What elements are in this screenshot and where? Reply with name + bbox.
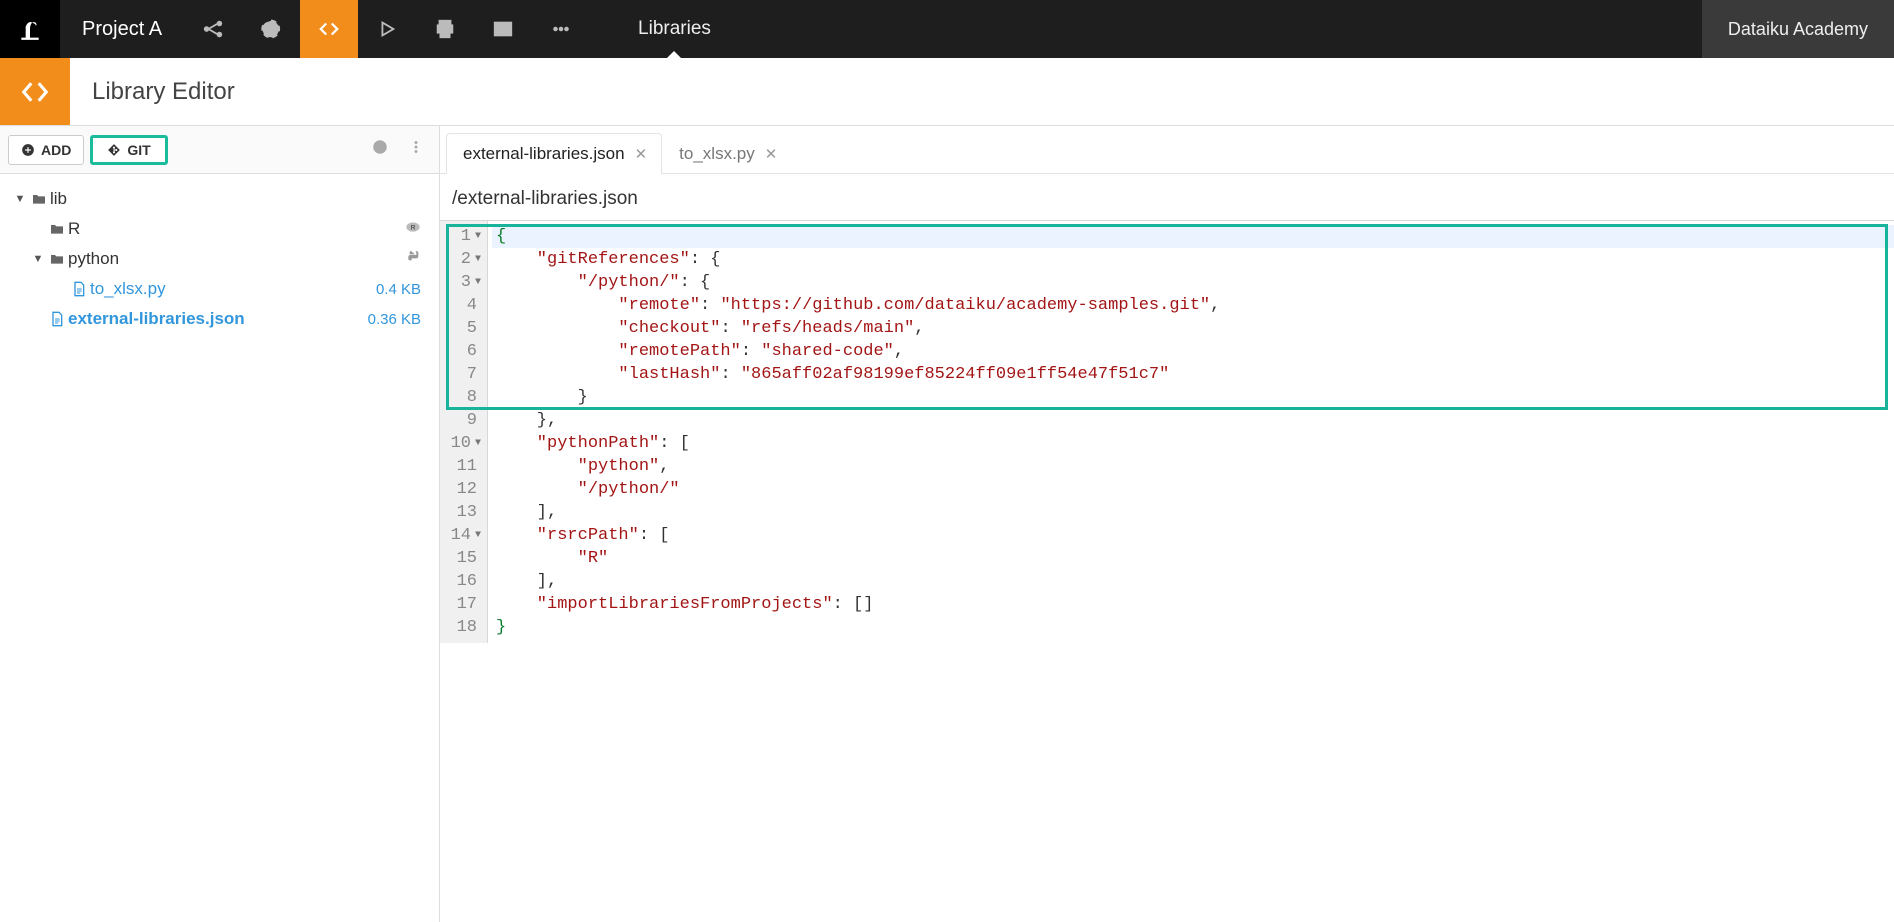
tree-label: python xyxy=(68,249,405,269)
left-panel: ADD GIT ▼ lib R R xyxy=(0,126,440,922)
line-number: 13 xyxy=(457,501,477,524)
tree-file-external-libraries[interactable]: external-libraries.json 0.36 KB xyxy=(8,304,431,334)
line-number: 17 xyxy=(457,593,477,616)
file-path: /external-libraries.json xyxy=(440,174,1894,220)
tab-label: to_xlsx.py xyxy=(679,144,755,164)
tree-label: R xyxy=(68,219,405,239)
editor-wrap: 1▼ 2▼ 3▼ 4 5 6 7 8 9 10▼ 11 12 13 14▼ 15 xyxy=(440,220,1894,922)
gutter: 1▼ 2▼ 3▼ 4 5 6 7 8 9 10▼ 11 12 13 14▼ 15 xyxy=(440,221,488,643)
tree-label: to_xlsx.py xyxy=(90,279,376,299)
line-number: 6 xyxy=(467,340,477,363)
fold-icon[interactable]: ▼ xyxy=(475,225,481,248)
more-icon[interactable] xyxy=(532,0,590,58)
file-tree: ▼ lib R R ▼ python to_xlsx.py 0.4 KB xyxy=(0,174,439,344)
dataiku-logo[interactable] xyxy=(0,0,60,58)
left-toolbar: ADD GIT xyxy=(0,126,439,174)
folder-icon xyxy=(46,221,68,237)
nav-icons xyxy=(184,0,590,58)
line-number: 5 xyxy=(467,317,477,340)
line-number: 3 xyxy=(461,271,471,294)
fold-icon[interactable]: ▼ xyxy=(475,432,481,455)
folder-icon xyxy=(46,251,68,267)
git-button-label: GIT xyxy=(127,142,150,158)
line-number: 8 xyxy=(467,386,477,409)
flow-icon[interactable] xyxy=(184,0,242,58)
tree-folder-lib[interactable]: ▼ lib xyxy=(8,184,431,214)
fold-icon[interactable]: ▼ xyxy=(475,524,481,547)
python-icon xyxy=(405,249,427,270)
project-name[interactable]: Project A xyxy=(60,0,184,58)
caret-down-icon: ▼ xyxy=(12,193,28,205)
subheader: Library Editor xyxy=(0,58,1894,126)
code-icon[interactable] xyxy=(300,0,358,58)
kebab-icon[interactable] xyxy=(401,132,431,167)
file-icon xyxy=(68,281,90,297)
tab-external-libraries[interactable]: external-libraries.json ✕ xyxy=(446,133,662,174)
target-icon[interactable] xyxy=(365,132,395,167)
line-number: 16 xyxy=(457,570,477,593)
svg-text:R: R xyxy=(411,224,416,231)
add-button[interactable]: ADD xyxy=(8,135,84,165)
topbar: Project A Libraries Dataiku Academy xyxy=(0,0,1894,58)
close-icon[interactable]: ✕ xyxy=(635,145,648,163)
page-title: Library Editor xyxy=(70,58,257,125)
fold-icon[interactable]: ▼ xyxy=(475,271,481,294)
line-number: 15 xyxy=(457,547,477,570)
library-editor-icon xyxy=(0,58,70,125)
line-number: 18 xyxy=(457,616,477,639)
code-editor[interactable]: 1▼ 2▼ 3▼ 4 5 6 7 8 9 10▼ 11 12 13 14▼ 15 xyxy=(440,220,1894,643)
plus-circle-icon xyxy=(21,143,35,157)
line-number: 10 xyxy=(451,432,471,455)
code-lines[interactable]: { "gitReferences": { "/python/": { "remo… xyxy=(488,221,1894,643)
tree-label: external-libraries.json xyxy=(68,309,368,329)
caret-down-icon: ▼ xyxy=(30,253,46,265)
line-number: 9 xyxy=(467,409,477,432)
line-number: 7 xyxy=(467,363,477,386)
tree-file-to-xlsx[interactable]: to_xlsx.py 0.4 KB xyxy=(8,274,431,304)
r-lang-icon: R xyxy=(405,219,427,240)
add-button-label: ADD xyxy=(41,142,71,158)
tree-folder-python[interactable]: ▼ python xyxy=(8,244,431,274)
tree-folder-r[interactable]: R R xyxy=(8,214,431,244)
line-number: 1 xyxy=(461,225,471,248)
editor-tabs: external-libraries.json ✕ to_xlsx.py ✕ xyxy=(440,126,1894,174)
git-icon xyxy=(107,143,121,157)
close-icon[interactable]: ✕ xyxy=(765,145,778,163)
line-number: 12 xyxy=(457,478,477,501)
line-number: 14 xyxy=(451,524,471,547)
right-panel: external-libraries.json ✕ to_xlsx.py ✕ /… xyxy=(440,126,1894,922)
file-size: 0.36 KB xyxy=(368,311,427,328)
section-label[interactable]: Libraries xyxy=(610,0,739,58)
play-icon[interactable] xyxy=(358,0,416,58)
tree-label: lib xyxy=(50,189,427,209)
tab-to-xlsx[interactable]: to_xlsx.py ✕ xyxy=(662,133,792,174)
git-button[interactable]: GIT xyxy=(90,135,167,165)
academy-label[interactable]: Dataiku Academy xyxy=(1702,0,1894,58)
print-icon[interactable] xyxy=(416,0,474,58)
layout-icon[interactable] xyxy=(474,0,532,58)
file-size: 0.4 KB xyxy=(376,281,427,298)
main: ADD GIT ▼ lib R R xyxy=(0,126,1894,922)
circle-icon[interactable] xyxy=(242,0,300,58)
fold-icon[interactable]: ▼ xyxy=(475,248,481,271)
folder-icon xyxy=(28,191,50,207)
file-icon xyxy=(46,311,68,327)
tab-label: external-libraries.json xyxy=(463,144,625,164)
line-number: 2 xyxy=(461,248,471,271)
line-number: 4 xyxy=(467,294,477,317)
line-number: 11 xyxy=(457,455,477,478)
